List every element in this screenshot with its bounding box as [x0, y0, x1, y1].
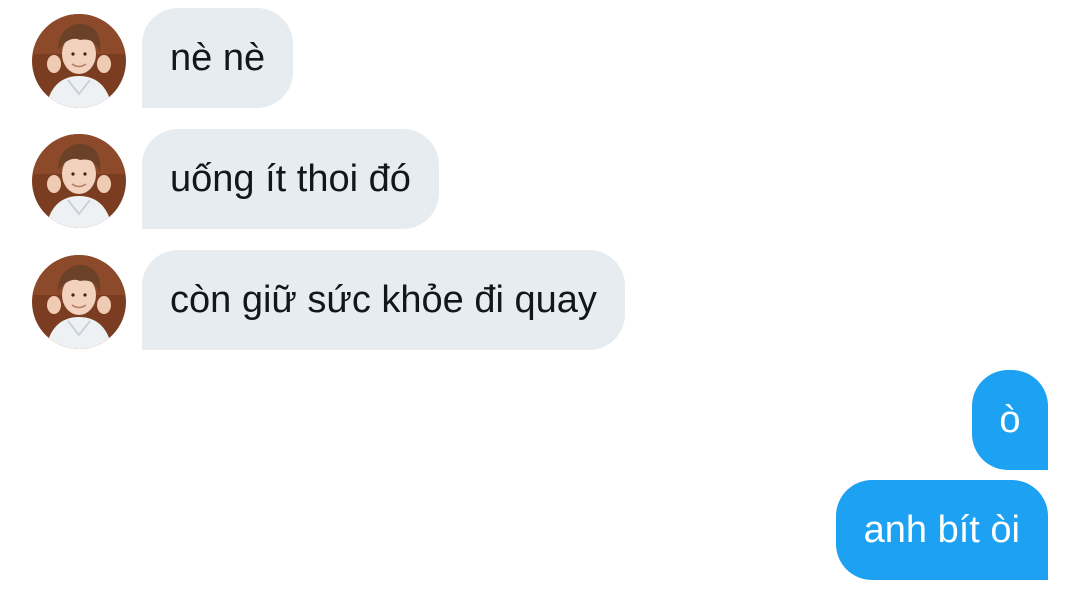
message-bubble-received[interactable]: nè nè — [142, 8, 294, 108]
message-bubble-sent[interactable]: ò — [972, 370, 1048, 470]
message-bubble-sent[interactable]: anh bít òi — [835, 480, 1048, 580]
message-bubble-received[interactable]: uống ít thoi đó — [142, 129, 439, 229]
user-avatar[interactable] — [32, 255, 126, 349]
user-avatar[interactable] — [32, 134, 126, 228]
message-text: uống ít thoi đó — [170, 158, 411, 200]
message-text: anh bít òi — [863, 509, 1020, 551]
user-avatar[interactable] — [32, 14, 126, 108]
message-text: nè nè — [170, 37, 266, 79]
message-text: còn giữ sức khỏe đi quay — [170, 279, 597, 321]
message-text: ò — [999, 399, 1021, 441]
chat-thread: nè nè uống ít thoi đó còn giữ sức khỏe đ… — [0, 0, 1080, 609]
message-bubble-received[interactable]: còn giữ sức khỏe đi quay — [142, 250, 625, 350]
